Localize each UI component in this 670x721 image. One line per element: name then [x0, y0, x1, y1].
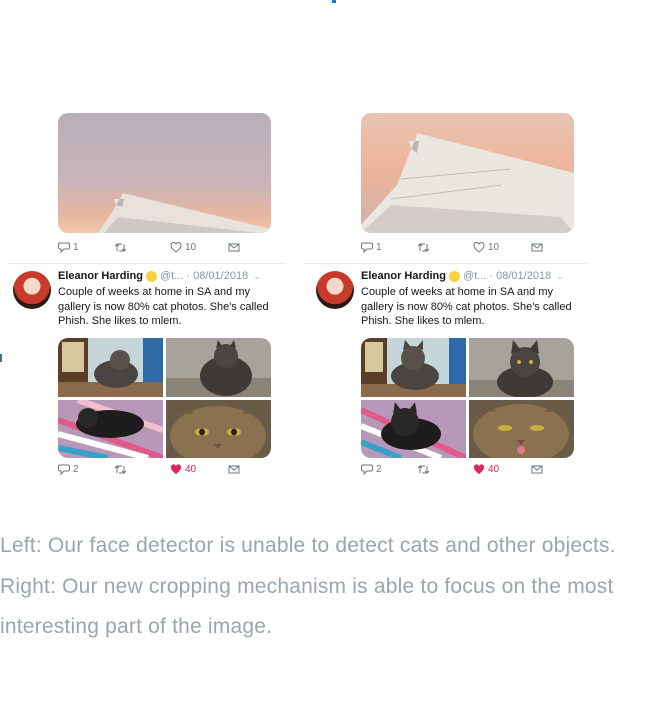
- retweet-button[interactable]: [114, 464, 127, 475]
- reply-button[interactable]: 1: [58, 242, 79, 253]
- heart-outline-icon: [170, 242, 182, 253]
- retweet-icon: [114, 465, 127, 474]
- tweet-header: Eleanor Harding @t... · 08/01/2018 ⌄: [58, 270, 261, 282]
- reply-count: 1: [73, 242, 79, 253]
- like-count: 40: [488, 464, 500, 475]
- retweet-button[interactable]: [114, 242, 127, 253]
- reply-count: 1: [376, 242, 382, 253]
- cat-photo-2[interactable]: [469, 338, 574, 397]
- divider: [8, 263, 286, 264]
- reply-count: 2: [376, 464, 382, 475]
- tweet-action-bar: 2 40: [361, 464, 561, 480]
- wing-photo[interactable]: [361, 113, 574, 233]
- heart-filled-icon: [473, 464, 485, 474]
- reply-icon: [361, 464, 373, 475]
- wing-photo-graphic: [361, 133, 574, 233]
- tweet-header: Eleanor Harding @t... · 08/01/2018 ⌄: [361, 270, 564, 282]
- message-button[interactable]: [531, 242, 543, 253]
- message-button[interactable]: [228, 464, 240, 475]
- like-count: 10: [185, 242, 197, 253]
- like-button[interactable]: 10: [170, 242, 196, 253]
- like-count: 10: [488, 242, 500, 253]
- avatar[interactable]: [316, 271, 354, 309]
- emoji-icon: [448, 270, 460, 282]
- top-edge-mark: [332, 0, 336, 3]
- retweet-button[interactable]: [417, 242, 430, 253]
- wing-photo[interactable]: [58, 113, 271, 233]
- chevron-down-icon[interactable]: ⌄: [253, 271, 261, 282]
- photo-grid: [58, 338, 271, 458]
- divider: [303, 263, 589, 264]
- envelope-icon: [228, 243, 240, 252]
- cat-photo-1[interactable]: [58, 338, 163, 397]
- heart-filled-icon: [170, 464, 182, 474]
- cat-photo-2[interactable]: [166, 338, 271, 397]
- reply-button[interactable]: 2: [58, 464, 79, 475]
- envelope-icon: [531, 243, 543, 252]
- avatar[interactable]: [13, 271, 51, 309]
- heart-outline-icon: [473, 242, 485, 253]
- handle-date: @t... · 08/01/2018: [159, 270, 249, 282]
- reply-count: 2: [73, 464, 79, 475]
- reply-icon: [58, 464, 70, 475]
- figure-caption: Left: Our face detector is unable to det…: [0, 534, 616, 638]
- handle-date: @t... · 08/01/2018: [462, 270, 552, 282]
- chevron-down-icon[interactable]: ⌄: [556, 271, 564, 282]
- tweet-text: Couple of weeks at home in SA and my gal…: [58, 286, 269, 327]
- message-button[interactable]: [531, 464, 543, 475]
- banner-action-bar: 1 10: [58, 242, 258, 258]
- cat-photo-1[interactable]: [361, 338, 466, 397]
- cat-photo-4[interactable]: [469, 400, 574, 458]
- banner-action-bar: 1 10: [361, 242, 561, 258]
- retweet-icon: [114, 243, 127, 252]
- reply-button[interactable]: 2: [361, 464, 382, 475]
- like-button[interactable]: 40: [473, 464, 499, 475]
- author-name[interactable]: Eleanor Harding: [361, 270, 446, 282]
- reply-icon: [361, 242, 373, 253]
- cat-photo-3[interactable]: [58, 400, 163, 458]
- like-button[interactable]: 10: [473, 242, 499, 253]
- emoji-icon: [145, 270, 157, 282]
- like-count: 40: [185, 464, 197, 475]
- message-button[interactable]: [228, 242, 240, 253]
- author-name[interactable]: Eleanor Harding: [58, 270, 143, 282]
- retweet-button[interactable]: [417, 464, 430, 475]
- left-edge-mark: [0, 354, 2, 362]
- wing-photo-graphic: [98, 193, 271, 233]
- cat-photo-4[interactable]: [166, 400, 271, 458]
- cat-photo-3[interactable]: [361, 400, 466, 458]
- tweet-action-bar: 2 40: [58, 464, 258, 480]
- reply-button[interactable]: 1: [361, 242, 382, 253]
- retweet-icon: [417, 465, 430, 474]
- envelope-icon: [531, 465, 543, 474]
- retweet-icon: [417, 243, 430, 252]
- tweet-text: Couple of weeks at home in SA and my gal…: [361, 286, 572, 327]
- reply-icon: [58, 242, 70, 253]
- like-button[interactable]: 40: [170, 464, 196, 475]
- photo-grid: [361, 338, 574, 458]
- envelope-icon: [228, 465, 240, 474]
